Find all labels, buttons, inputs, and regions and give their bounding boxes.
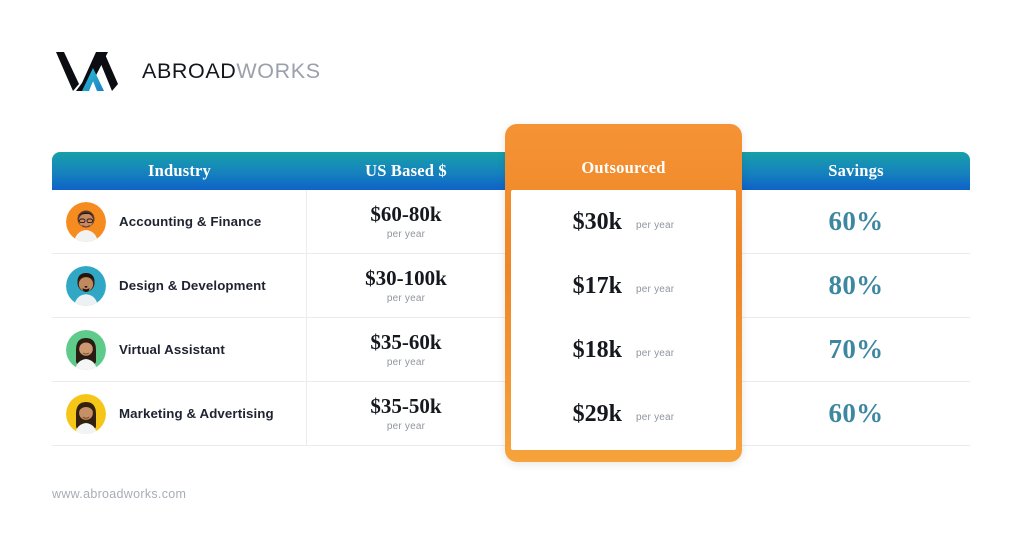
cell-savings: 60%: [742, 382, 970, 445]
pricing-comparison-infographic: ABROADWORKS Industry US Based $ Savings …: [0, 0, 1024, 536]
cell-industry: Accounting & Finance: [52, 190, 307, 253]
avatar-design-development-icon: [66, 265, 106, 306]
us-based-value: $30-100k: [365, 265, 447, 290]
industry-label: Marketing & Advertising: [119, 406, 274, 421]
column-header-us-based: US Based $: [365, 161, 447, 180]
per-year-label: per year: [636, 283, 675, 295]
outsourced-row: $30k per year: [511, 190, 736, 254]
avatar-accounting-finance-icon: [66, 201, 106, 242]
industry-label: Design & Development: [119, 278, 266, 293]
footer-website-url[interactable]: www.abroadworks.com: [52, 487, 186, 501]
abroadworks-vav-logo-icon: [52, 52, 118, 91]
us-based-value: $35-60k: [370, 329, 442, 354]
avatar-virtual-assistant-icon: [66, 329, 106, 370]
cell-savings: 80%: [742, 254, 970, 317]
savings-value: 70%: [828, 334, 884, 364]
outsourced-value: $30k: [572, 208, 623, 235]
outsourced-value: $17k: [572, 272, 623, 299]
avatar-marketing-advertising-icon: [66, 393, 106, 434]
brand-name-secondary: WORKS: [236, 58, 321, 83]
per-year-label: per year: [636, 219, 675, 231]
outsourced-row: $17k per year: [511, 254, 736, 318]
cell-us-based: $30-100k per year: [307, 254, 505, 317]
us-based-value: $35-50k: [370, 393, 442, 418]
cell-savings: 60%: [742, 190, 970, 253]
outsourced-value: $29k: [572, 400, 623, 427]
industry-label: Accounting & Finance: [119, 214, 262, 229]
cell-us-based: $35-60k per year: [307, 318, 505, 381]
per-year-label: per year: [386, 357, 426, 369]
per-year-label: per year: [636, 411, 675, 423]
per-year-label: per year: [386, 421, 426, 433]
cell-industry: Design & Development: [52, 254, 307, 317]
per-year-label: per year: [386, 229, 426, 241]
us-based-value: $60-80k: [370, 201, 442, 226]
outsourced-row: $18k per year: [511, 318, 736, 382]
column-header-outsourced: Outsourced: [581, 158, 666, 177]
outsourced-values-panel: $30k per year $17k per year $18k per yea…: [511, 190, 736, 450]
brand-logo: ABROADWORKS: [52, 50, 321, 92]
outsourced-highlight-card: Outsourced $30k per year $17k per year $…: [505, 124, 742, 462]
outsourced-row: $29k per year: [511, 382, 736, 446]
savings-value: 80%: [828, 270, 884, 300]
cell-us-based: $60-80k per year: [307, 190, 505, 253]
cell-us-based: $35-50k per year: [307, 382, 505, 445]
brand-name-primary: ABROAD: [142, 58, 237, 83]
column-header-savings: Savings: [828, 161, 884, 180]
column-header-industry: Industry: [147, 161, 212, 180]
savings-value: 60%: [828, 398, 884, 428]
outsourced-value: $18k: [572, 336, 623, 363]
industry-label: Virtual Assistant: [119, 342, 225, 357]
cell-savings: 70%: [742, 318, 970, 381]
cell-industry: Marketing & Advertising: [52, 382, 307, 445]
brand-wordmark: ABROADWORKS: [142, 59, 321, 84]
cell-industry: Virtual Assistant: [52, 318, 307, 381]
savings-value: 60%: [828, 206, 884, 236]
per-year-label: per year: [386, 293, 426, 305]
per-year-label: per year: [636, 347, 675, 359]
